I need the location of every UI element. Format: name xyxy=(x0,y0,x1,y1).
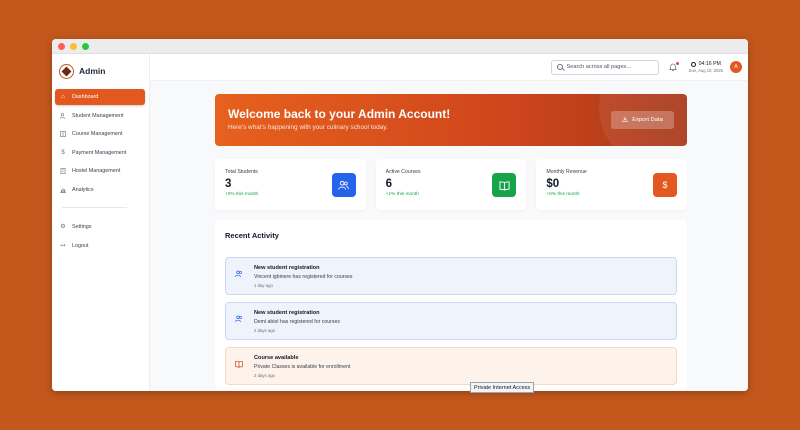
book-icon xyxy=(492,173,517,197)
activity-description: Private Classes is available for enrollm… xyxy=(254,364,351,370)
vpn-tooltip: Private Internet Access xyxy=(470,382,535,393)
activity-description: Vincent igbinere has registered for cour… xyxy=(254,274,353,280)
activity-heading: New student registration xyxy=(254,310,320,316)
search-input[interactable] xyxy=(566,64,655,70)
sidebar-item-analytics[interactable]: Analytics xyxy=(55,182,145,198)
brand: Admin xyxy=(52,54,149,82)
activity-time: 1 day ago xyxy=(254,283,273,288)
users-icon xyxy=(235,270,243,280)
activity-time: 2 days ago xyxy=(254,328,276,333)
clock: 04:16 PM Sun, Aug 10, 2025 xyxy=(689,61,723,73)
maximize-window-button[interactable] xyxy=(82,42,89,50)
sidebar-item-hostel-management[interactable]: Hostel Management xyxy=(55,163,145,179)
activity-description: Demi abiol has registered for courses xyxy=(254,319,340,325)
notification-badge xyxy=(675,61,679,65)
sidebar-item-course-management[interactable]: Course Management xyxy=(55,126,145,142)
book-icon xyxy=(60,131,66,137)
sidebar-divider xyxy=(62,206,127,208)
clock-time: 04:16 PM xyxy=(698,61,721,67)
sidebar-item-logout[interactable]: ↦ Logout xyxy=(55,238,145,254)
sidebar-item-label: Course Management xyxy=(72,131,123,138)
notification-bell-icon[interactable] xyxy=(669,61,679,72)
sidebar-nav: ⌂ Dashboard Student Management Course Ma… xyxy=(52,89,149,254)
recent-activity-panel: Recent Activity New student registration… xyxy=(215,220,687,390)
building-icon xyxy=(60,168,66,175)
sidebar-item-student-management[interactable]: Student Management xyxy=(55,108,145,124)
gear-icon: ⚙ xyxy=(60,224,66,231)
activity-heading: Course available xyxy=(254,355,299,361)
users-icon xyxy=(235,315,243,325)
clock-date: Sun, Aug 10, 2025 xyxy=(688,68,723,73)
window-titlebar xyxy=(52,39,748,54)
download-icon xyxy=(622,116,628,124)
sidebar-item-payment-management[interactable]: $ Payment Management xyxy=(55,145,145,161)
activity-time: 2 days ago xyxy=(254,373,276,378)
clock-icon xyxy=(690,61,696,67)
app-window: Admin ⌂ Dashboard Student Management Cou… xyxy=(52,39,748,391)
main-area: 04:16 PM Sun, Aug 10, 2025 A Welcome bac… xyxy=(150,54,748,391)
sidebar-item-label: Settings xyxy=(72,223,92,230)
home-icon: ⌂ xyxy=(61,94,65,100)
minimize-window-button[interactable] xyxy=(70,42,77,50)
brand-logo-icon xyxy=(59,63,74,79)
avatar[interactable]: A xyxy=(730,61,742,73)
users-icon xyxy=(60,112,66,119)
sidebar-item-label: Hostel Management xyxy=(72,168,121,175)
sidebar-item-label: Logout xyxy=(72,242,89,249)
logout-icon: ↦ xyxy=(60,243,66,250)
dollar-icon: $ xyxy=(61,149,65,156)
activity-item[interactable]: New student registration Vincent igbiner… xyxy=(225,257,677,295)
activity-heading: New student registration xyxy=(254,265,320,271)
sidebar-item-label: Analytics xyxy=(72,186,94,193)
chart-icon xyxy=(60,187,66,193)
stats-row: Total Students 3 +0% this month Active C… xyxy=(215,159,688,210)
welcome-banner: Welcome back to your Admin Account! Here… xyxy=(215,94,687,146)
export-data-button[interactable]: Export Data xyxy=(611,111,674,129)
topbar: 04:16 PM Sun, Aug 10, 2025 A xyxy=(150,54,748,81)
stat-card-monthly-revenue: Monthly Revenue $0 +0% this month $ xyxy=(536,159,688,210)
export-data-label: Export Data xyxy=(632,117,663,123)
sidebar-item-dashboard[interactable]: ⌂ Dashboard xyxy=(55,89,145,105)
activity-item[interactable]: New student registration Demi abiol has … xyxy=(225,302,677,340)
sidebar: Admin ⌂ Dashboard Student Management Cou… xyxy=(52,54,150,391)
search-icon xyxy=(556,64,563,70)
close-window-button[interactable] xyxy=(58,42,65,50)
users-icon xyxy=(331,173,356,197)
dashboard-content: Welcome back to your Admin Account! Here… xyxy=(215,94,688,390)
dollar-icon: $ xyxy=(653,173,678,197)
brand-name: Admin xyxy=(79,66,106,76)
stat-card-total-students: Total Students 3 +0% this month xyxy=(215,159,366,210)
sidebar-item-label: Dashboard xyxy=(72,94,99,100)
activity-item[interactable]: Course available Private Classes is avai… xyxy=(225,347,677,385)
sidebar-item-label: Student Management xyxy=(72,112,124,119)
app-body: Admin ⌂ Dashboard Student Management Cou… xyxy=(52,54,748,391)
sidebar-item-label: Payment Management xyxy=(72,149,127,156)
sidebar-item-settings[interactable]: ⚙ Settings xyxy=(55,219,145,235)
recent-activity-title: Recent Activity xyxy=(225,231,279,240)
search-box[interactable] xyxy=(550,59,659,75)
stat-card-active-courses: Active Courses 6 +1% this month xyxy=(375,159,527,210)
book-icon xyxy=(235,360,243,370)
